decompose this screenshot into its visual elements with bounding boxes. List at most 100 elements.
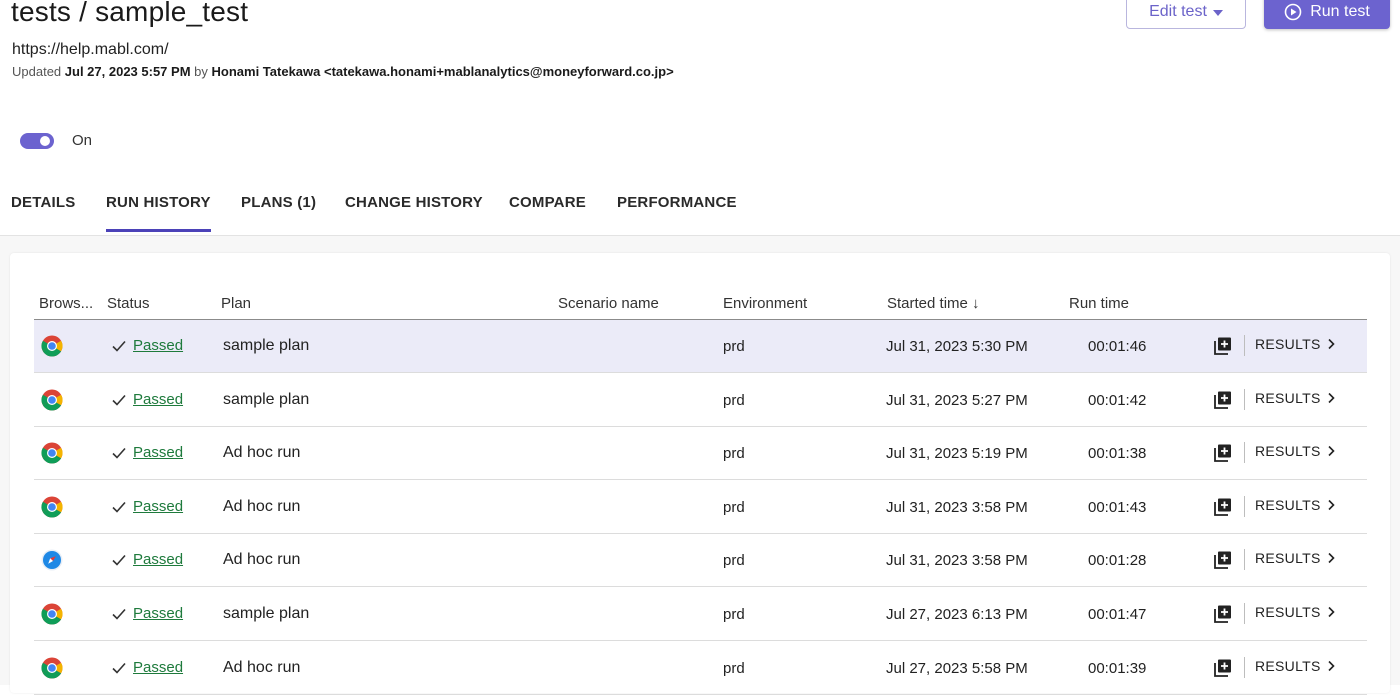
play-circle-icon (1284, 3, 1302, 20)
table-row[interactable]: Passed sample plan prd Jul 31, 2023 5:30 PM… (34, 320, 1367, 373)
action-separator (1244, 656, 1245, 678)
started-time: Jul 27, 2023 6:13 PM (886, 606, 1028, 623)
results-link[interactable]: RESULTS (1255, 443, 1335, 459)
column-header-status[interactable]: Status (107, 295, 150, 312)
action-separator (1244, 495, 1245, 517)
tab-plans[interactable]: PLANS (1) (241, 194, 316, 211)
app-url: https://help.mabl.com/ (12, 41, 169, 58)
column-header-browser[interactable]: Brows... (39, 295, 93, 312)
edit-test-button[interactable]: Edit test (1126, 0, 1246, 29)
results-label: RESULTS (1255, 389, 1321, 406)
plan-name: Ad hoc run (223, 444, 301, 462)
checkmark-icon (112, 340, 126, 352)
table-row[interactable]: Passed Ad hoc run prd Jul 31, 2023 5:19 PM 0… (34, 427, 1367, 481)
add-to-compare-icon[interactable] (1213, 336, 1233, 356)
column-header-environment[interactable]: Environment (723, 295, 807, 312)
status-link[interactable]: Passed (133, 498, 183, 515)
run-time: 00:01:42 (1088, 391, 1147, 409)
column-header-plan[interactable]: Plan (221, 295, 251, 312)
checkmark-icon (112, 501, 126, 513)
chevron-right-icon (1328, 446, 1335, 457)
add-to-compare-icon[interactable] (1213, 658, 1233, 678)
action-separator (1244, 335, 1245, 356)
table-row[interactable]: Passed Ad hoc run prd Jul 31, 2023 3:58 PM 0… (34, 534, 1367, 588)
tab-performance[interactable]: PERFORMANCE (617, 194, 737, 211)
status-link[interactable]: Passed (133, 605, 183, 622)
chevron-right-icon (1328, 660, 1335, 671)
results-label: RESULTS (1255, 550, 1321, 567)
run-test-label: Run test (1310, 2, 1370, 20)
checkmark-icon (112, 394, 126, 406)
tab-run-history[interactable]: RUN HISTORY (106, 194, 211, 232)
plan-name: Ad hoc run (223, 497, 301, 515)
plan-name: sample plan (223, 390, 310, 408)
run-time: 00:01:39 (1088, 659, 1147, 677)
table-row[interactable]: Passed Ad hoc run prd Jul 27, 2023 5:58 PM 0… (34, 642, 1367, 695)
results-link[interactable]: RESULTS (1255, 497, 1335, 513)
tab-compare[interactable]: COMPARE (509, 194, 586, 211)
checkmark-icon (112, 448, 126, 459)
toggle-knob (40, 136, 50, 146)
page-title: tests / sample_test (11, 0, 249, 27)
chevron-right-icon (1328, 392, 1335, 403)
updated-by-user: Honami Tatekawa <tatekawa.honami+mablana… (211, 64, 674, 79)
results-link[interactable]: RESULTS (1255, 390, 1335, 406)
updated-info: Updated Jul 27, 2023 5:57 PM by Honami T… (12, 64, 674, 79)
results-label: RESULTS (1255, 336, 1321, 352)
environment: prd (723, 498, 745, 516)
results-link[interactable]: RESULTS (1255, 550, 1335, 566)
tab-change-history[interactable]: CHANGE HISTORY (345, 194, 483, 211)
started-time: Jul 27, 2023 5:58 PM (886, 659, 1028, 677)
started-time: Jul 31, 2023 5:27 PM (886, 391, 1028, 409)
checkmark-icon (112, 608, 126, 620)
status-link[interactable]: Passed (133, 337, 183, 354)
started-time: Jul 31, 2023 3:58 PM (886, 552, 1028, 570)
run-test-button[interactable]: Run test (1264, 0, 1390, 29)
caret-down-icon (1212, 9, 1223, 16)
checkmark-icon (112, 662, 126, 674)
environment: prd (723, 659, 745, 677)
results-link[interactable]: RESULTS (1255, 336, 1335, 352)
started-time: Jul 31, 2023 3:58 PM (886, 498, 1028, 516)
started-time: Jul 31, 2023 5:19 PM (886, 445, 1028, 463)
safari-icon (41, 549, 63, 571)
tab-details[interactable]: DETAILS (11, 194, 75, 211)
chevron-right-icon (1328, 338, 1335, 350)
updated-by-word: by (194, 64, 208, 79)
chrome-icon (41, 496, 63, 518)
action-separator (1244, 549, 1245, 571)
column-header-started-time[interactable]: Started time ↓ (887, 295, 980, 312)
table-row[interactable]: Passed Ad hoc run prd Jul 31, 2023 3:58 PM 0… (34, 481, 1367, 534)
results-link[interactable]: RESULTS (1255, 658, 1335, 674)
add-to-compare-icon[interactable] (1213, 443, 1233, 463)
checkmark-icon (112, 555, 126, 567)
status-link[interactable]: Passed (133, 659, 183, 676)
run-time: 00:01:43 (1088, 498, 1147, 516)
started-time: Jul 31, 2023 5:30 PM (886, 338, 1028, 355)
table-row[interactable]: Passed sample plan prd Jul 31, 2023 5:27 PM… (34, 374, 1367, 427)
status-link[interactable]: Passed (133, 391, 183, 408)
run-time: 00:01:28 (1088, 552, 1147, 570)
column-header-scenario[interactable]: Scenario name (558, 295, 659, 312)
test-enabled-toggle[interactable] (20, 133, 54, 149)
add-to-compare-icon[interactable] (1213, 390, 1233, 410)
results-link[interactable]: RESULTS (1255, 604, 1335, 620)
status-link[interactable]: Passed (133, 551, 183, 568)
chrome-icon (41, 657, 63, 679)
edit-test-label: Edit test (1149, 2, 1207, 20)
add-to-compare-icon[interactable] (1213, 550, 1233, 570)
chrome-icon (41, 442, 63, 464)
tab-bar: DETAILS RUN HISTORY PLANS (1) CHANGE HIS… (0, 185, 1400, 236)
table-row[interactable]: Passed sample plan prd Jul 27, 2023 6:13 PM… (34, 588, 1367, 641)
chrome-icon (41, 389, 63, 411)
results-label: RESULTS (1255, 657, 1321, 674)
chrome-icon (41, 603, 63, 625)
chevron-right-icon (1328, 499, 1335, 510)
column-header-run-time[interactable]: Run time (1069, 295, 1129, 312)
environment: prd (723, 606, 745, 623)
add-to-compare-icon[interactable] (1213, 497, 1233, 517)
environment: prd (723, 338, 745, 355)
add-to-compare-icon[interactable] (1213, 604, 1233, 624)
status-link[interactable]: Passed (133, 444, 183, 461)
updated-prefix: Updated (12, 64, 62, 79)
